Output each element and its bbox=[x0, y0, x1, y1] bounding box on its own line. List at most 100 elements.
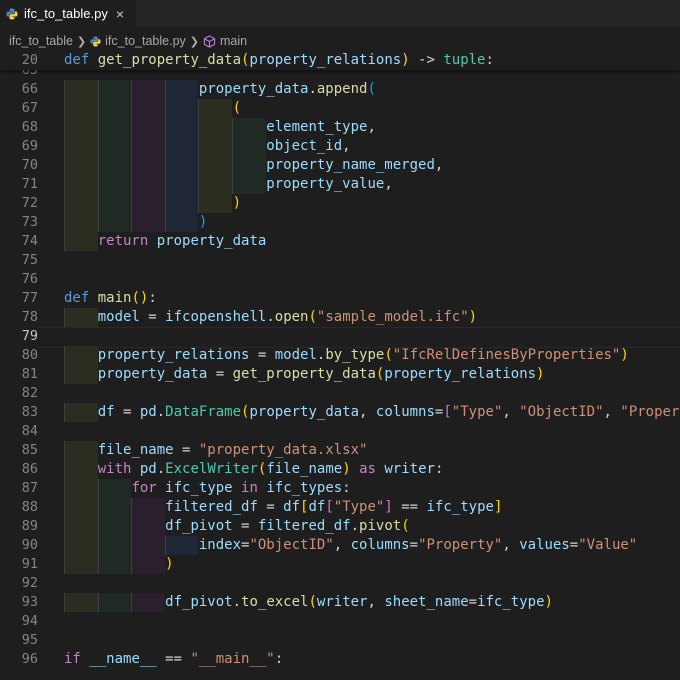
line-number: 86 bbox=[21, 461, 38, 477]
code-line: property_data = get_property_data(proper… bbox=[64, 365, 545, 384]
code-token: def bbox=[64, 290, 90, 306]
code-token: property_relations bbox=[97, 347, 250, 363]
code-token: df_pivot bbox=[165, 594, 233, 610]
line-number: 72 bbox=[21, 195, 38, 211]
line-number: 96 bbox=[21, 651, 38, 667]
code-token: : bbox=[148, 290, 157, 306]
code-token: = bbox=[173, 442, 199, 458]
code-token: = bbox=[569, 537, 579, 553]
line-number: 80 bbox=[21, 347, 38, 363]
code-token: [ bbox=[325, 499, 334, 515]
line-number: 90 bbox=[21, 537, 38, 553]
line-number: 82 bbox=[21, 385, 38, 401]
code-token: , bbox=[502, 404, 520, 420]
code-token: property_value bbox=[266, 176, 385, 192]
code-line: def main(): bbox=[64, 289, 157, 308]
code-token: in bbox=[241, 480, 258, 496]
code-token: filtered_df bbox=[165, 499, 258, 515]
code-token: for bbox=[131, 480, 157, 496]
line-number: 70 bbox=[21, 157, 38, 173]
tab-ifc-to-table[interactable]: ifc_to_table.py × bbox=[0, 0, 136, 27]
python-icon bbox=[6, 8, 18, 19]
code-token: pd bbox=[139, 461, 157, 477]
line-number: 75 bbox=[21, 252, 38, 268]
code-token: , bbox=[367, 594, 385, 610]
sticky-scroll-header[interactable]: 20 def get_property_data(property_relati… bbox=[0, 51, 680, 70]
code-token: == bbox=[392, 499, 427, 515]
code-token: ifc_type bbox=[426, 499, 494, 515]
line-number: 89 bbox=[21, 518, 38, 534]
code-line: ) bbox=[64, 555, 173, 574]
breadcrumb: ifc_to_table ❯ ifc_to_table.py ❯ main bbox=[0, 31, 680, 51]
code-token: property_relations bbox=[384, 366, 537, 382]
code-token: ) bbox=[401, 52, 410, 68]
code-token: , bbox=[333, 537, 351, 553]
line-number: 95 bbox=[21, 632, 38, 648]
code-token: return bbox=[97, 233, 149, 249]
code-token: . bbox=[232, 594, 242, 610]
line-number: 84 bbox=[21, 423, 38, 439]
line-number: 78 bbox=[21, 309, 38, 325]
code-token: "IfcRelDefinesByProperties" bbox=[392, 347, 621, 363]
code-line: property_name_merged, bbox=[64, 156, 443, 175]
code-token: DataFrame bbox=[165, 404, 242, 420]
breadcrumb-file[interactable]: ifc_to_table.py bbox=[105, 34, 186, 48]
code-token: "property_data.xlsx" bbox=[198, 442, 368, 458]
code-line: ) bbox=[64, 194, 241, 213]
code-token: -> bbox=[409, 52, 444, 68]
line-number: 83 bbox=[21, 404, 38, 420]
code-token: . bbox=[350, 518, 360, 534]
code-token: ( bbox=[401, 518, 410, 534]
code-token: property_data bbox=[198, 81, 309, 97]
breadcrumb-symbol[interactable]: main bbox=[220, 34, 247, 48]
code-line: df = pd.DataFrame(property_data, columns… bbox=[64, 403, 680, 422]
code-token: ifc_types bbox=[266, 480, 343, 496]
code-token: if bbox=[64, 651, 81, 667]
code-token: ] bbox=[384, 499, 393, 515]
code-line: with pd.ExcelWriter(file_name) as writer… bbox=[64, 460, 444, 479]
line-number: 66 bbox=[21, 81, 38, 97]
code-token: df bbox=[283, 499, 301, 515]
line-number: 85 bbox=[21, 442, 38, 458]
code-token: get_property_data bbox=[97, 52, 242, 68]
code-line: ( bbox=[64, 99, 241, 118]
code-line: object_id, bbox=[64, 137, 350, 156]
code-token: ) bbox=[342, 461, 351, 477]
code-line: if __name__ == "__main__": bbox=[64, 650, 283, 669]
code-line: for ifc_type in ifc_types: bbox=[64, 479, 351, 498]
code-token: "__main__" bbox=[190, 651, 275, 667]
code-token: sheet_name bbox=[384, 594, 469, 610]
breadcrumb-folder[interactable]: ifc_to_table bbox=[9, 34, 73, 48]
code-token: def bbox=[64, 52, 90, 68]
code-line: return property_data bbox=[64, 232, 267, 251]
code-token: property_data bbox=[97, 366, 208, 382]
close-icon[interactable]: × bbox=[116, 6, 124, 22]
code-token: open bbox=[274, 309, 309, 325]
code-token: "Proper bbox=[620, 404, 680, 420]
line-number: 20 bbox=[21, 52, 38, 68]
line-number: 81 bbox=[21, 366, 38, 382]
code-token: ifcopenshell bbox=[165, 309, 267, 325]
code-token: by_type bbox=[325, 347, 385, 363]
chevron-right-icon: ❯ bbox=[76, 35, 87, 48]
code-token: : bbox=[342, 480, 351, 496]
line-number: 94 bbox=[21, 613, 38, 629]
code-token: = bbox=[409, 537, 419, 553]
code-line: property_data.append( bbox=[64, 80, 376, 99]
code-token: , bbox=[359, 404, 376, 420]
code-token: object_id bbox=[266, 138, 343, 154]
code-token: . bbox=[266, 309, 275, 325]
code-token: writer bbox=[316, 594, 368, 610]
